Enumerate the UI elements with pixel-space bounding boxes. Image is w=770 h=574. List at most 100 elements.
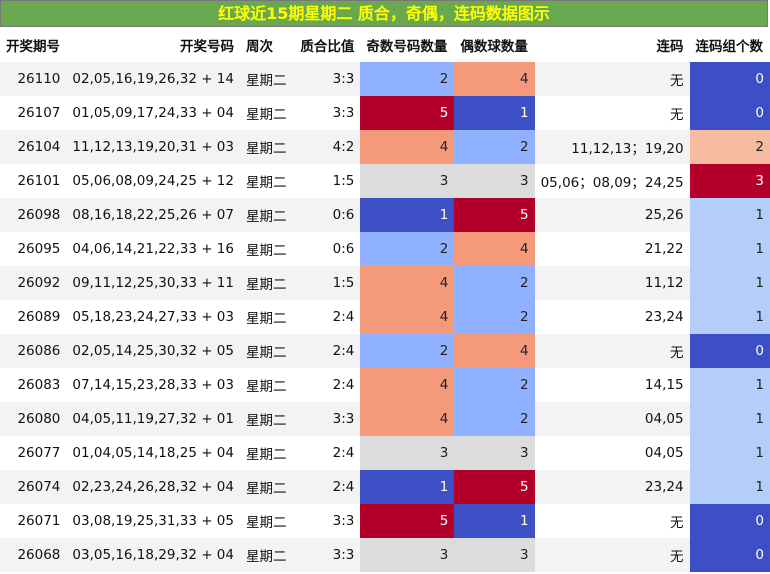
cell-weekday: 星期二 — [240, 62, 294, 96]
cell-odd-count: 3 — [360, 436, 455, 470]
cell-issue: 26101 — [0, 164, 67, 198]
cell-odd-count: 2 — [360, 232, 455, 266]
cell-even-count: 2 — [454, 130, 535, 164]
cell-even-count: 3 — [454, 436, 535, 470]
cell-odd-count: 4 — [360, 402, 455, 436]
cell-consecutive: 21,22 — [534, 232, 690, 266]
table-row: 26083 07,14,15,23,28,33 + 03 星期二 2:4 4 2 14,15… — [0, 368, 770, 402]
cell-ratio: 0:6 — [294, 198, 361, 232]
cell-ratio: 3:3 — [294, 538, 361, 572]
cell-group-count: 1 — [689, 436, 770, 470]
cell-issue: 26110 — [0, 62, 67, 96]
cell-ratio: 3:3 — [294, 504, 361, 538]
cell-consecutive: 无 — [534, 334, 690, 368]
cell-numbers: 11,12,13,19,20,31 + 03 — [66, 130, 240, 164]
cell-group-count: 0 — [689, 334, 770, 368]
header-issue: 开奖期号 — [6, 39, 60, 55]
cell-issue: 26080 — [0, 402, 67, 436]
lottery-stats-page: 红球近15期星期二 质合，奇偶，连码数据图示 开奖期号 开奖号码 周次 质合比值… — [0, 0, 770, 574]
cell-odd-count: 5 — [360, 504, 455, 538]
cell-issue: 26089 — [0, 300, 67, 334]
cell-numbers: 02,23,24,26,28,32 + 04 — [66, 470, 240, 504]
header-ratio: 质合比值 — [300, 39, 355, 55]
header-odd-count: 奇数号码数量 — [366, 39, 448, 55]
cell-consecutive: 04,05 — [534, 402, 690, 436]
table-row: 26107 01,05,09,17,24,33 + 04 星期二 3:3 5 1 无 0 — [0, 96, 770, 130]
cell-weekday: 星期二 — [240, 232, 294, 266]
cell-consecutive: 无 — [534, 538, 690, 572]
cell-numbers: 01,05,09,17,24,33 + 04 — [66, 96, 240, 130]
table-row: 26101 05,06,08,09,24,25 + 12 星期二 1:5 3 3 05,06… — [0, 164, 770, 198]
cell-ratio: 2:4 — [294, 334, 361, 368]
cell-weekday: 星期二 — [240, 164, 294, 198]
table-body: 26110 02,05,16,19,26,32 + 14 星期二 3:3 2 4 无 0 261… — [0, 62, 770, 572]
cell-numbers: 03,05,16,18,29,32 + 04 — [66, 538, 240, 572]
cell-weekday: 星期二 — [240, 470, 294, 504]
cell-ratio: 3:3 — [294, 402, 361, 436]
cell-even-count: 5 — [454, 198, 535, 232]
cell-group-count: 1 — [689, 266, 770, 300]
cell-weekday: 星期二 — [240, 130, 294, 164]
cell-numbers: 02,05,14,25,30,32 + 05 — [66, 334, 240, 368]
table-row: 26068 03,05,16,18,29,32 + 04 星期二 3:3 3 3 无 0 — [0, 538, 770, 572]
cell-issue: 26086 — [0, 334, 67, 368]
cell-consecutive: 04,05 — [534, 436, 690, 470]
header-group-count: 连码组个数 — [695, 39, 764, 55]
cell-issue: 26104 — [0, 130, 67, 164]
cell-weekday: 星期二 — [240, 504, 294, 538]
cell-numbers: 02,05,16,19,26,32 + 14 — [66, 62, 240, 96]
header-even-count: 偶数球数量 — [460, 39, 528, 55]
cell-consecutive: 无 — [534, 62, 690, 96]
cell-group-count: 1 — [689, 198, 770, 232]
cell-consecutive: 14,15 — [534, 368, 690, 402]
cell-numbers: 04,05,11,19,27,32 + 01 — [66, 402, 240, 436]
cell-even-count: 3 — [454, 164, 535, 198]
cell-weekday: 星期二 — [240, 436, 294, 470]
cell-group-count: 0 — [689, 538, 770, 572]
cell-odd-count: 5 — [360, 96, 455, 130]
cell-consecutive: 25,26 — [534, 198, 690, 232]
cell-even-count: 2 — [454, 402, 535, 436]
cell-group-count: 1 — [689, 470, 770, 504]
cell-consecutive: 11,12 — [534, 266, 690, 300]
cell-group-count: 1 — [689, 232, 770, 266]
cell-issue: 26092 — [0, 266, 67, 300]
cell-odd-count: 4 — [360, 266, 455, 300]
cell-odd-count: 1 — [360, 198, 455, 232]
cell-group-count: 1 — [689, 402, 770, 436]
cell-numbers: 03,08,19,25,31,33 + 05 — [66, 504, 240, 538]
cell-odd-count: 1 — [360, 470, 455, 504]
cell-ratio: 0:6 — [294, 232, 361, 266]
cell-numbers: 01,04,05,14,18,25 + 04 — [66, 436, 240, 470]
cell-numbers: 05,18,23,24,27,33 + 03 — [66, 300, 240, 334]
cell-ratio: 3:3 — [294, 96, 361, 130]
cell-issue: 26098 — [0, 198, 67, 232]
table-row: 26104 11,12,13,19,20,31 + 03 星期二 4:2 4 2 11,12… — [0, 130, 770, 164]
cell-numbers: 07,14,15,23,28,33 + 03 — [66, 368, 240, 402]
cell-ratio: 2:4 — [294, 368, 361, 402]
table-row: 26074 02,23,24,26,28,32 + 04 星期二 2:4 1 5 23,24… — [0, 470, 770, 504]
cell-issue: 26074 — [0, 470, 67, 504]
cell-even-count: 2 — [454, 368, 535, 402]
cell-consecutive: 05,06；08,09；24,25 — [534, 164, 690, 198]
cell-numbers: 09,11,12,25,30,33 + 11 — [66, 266, 240, 300]
cell-ratio: 4:2 — [294, 130, 361, 164]
cell-weekday: 星期二 — [240, 538, 294, 572]
table-row: 26071 03,08,19,25,31,33 + 05 星期二 3:3 5 1 无 0 — [0, 504, 770, 538]
cell-group-count: 0 — [689, 96, 770, 130]
cell-even-count: 2 — [454, 266, 535, 300]
cell-even-count: 4 — [454, 334, 535, 368]
cell-even-count: 4 — [454, 232, 535, 266]
cell-ratio: 3:3 — [294, 62, 361, 96]
table-row: 26092 09,11,12,25,30,33 + 11 星期二 1:5 4 2 11,12… — [0, 266, 770, 300]
cell-group-count: 0 — [689, 62, 770, 96]
cell-issue: 26077 — [0, 436, 67, 470]
cell-consecutive: 23,24 — [534, 300, 690, 334]
table-row: 26110 02,05,16,19,26,32 + 14 星期二 3:3 2 4 无 0 — [0, 62, 770, 96]
cell-even-count: 1 — [454, 96, 535, 130]
cell-odd-count: 4 — [360, 130, 455, 164]
cell-ratio: 1:5 — [294, 266, 361, 300]
cell-consecutive: 11,12,13；19,20 — [534, 130, 690, 164]
header-weekday: 周次 — [246, 39, 273, 55]
cell-even-count: 2 — [454, 300, 535, 334]
